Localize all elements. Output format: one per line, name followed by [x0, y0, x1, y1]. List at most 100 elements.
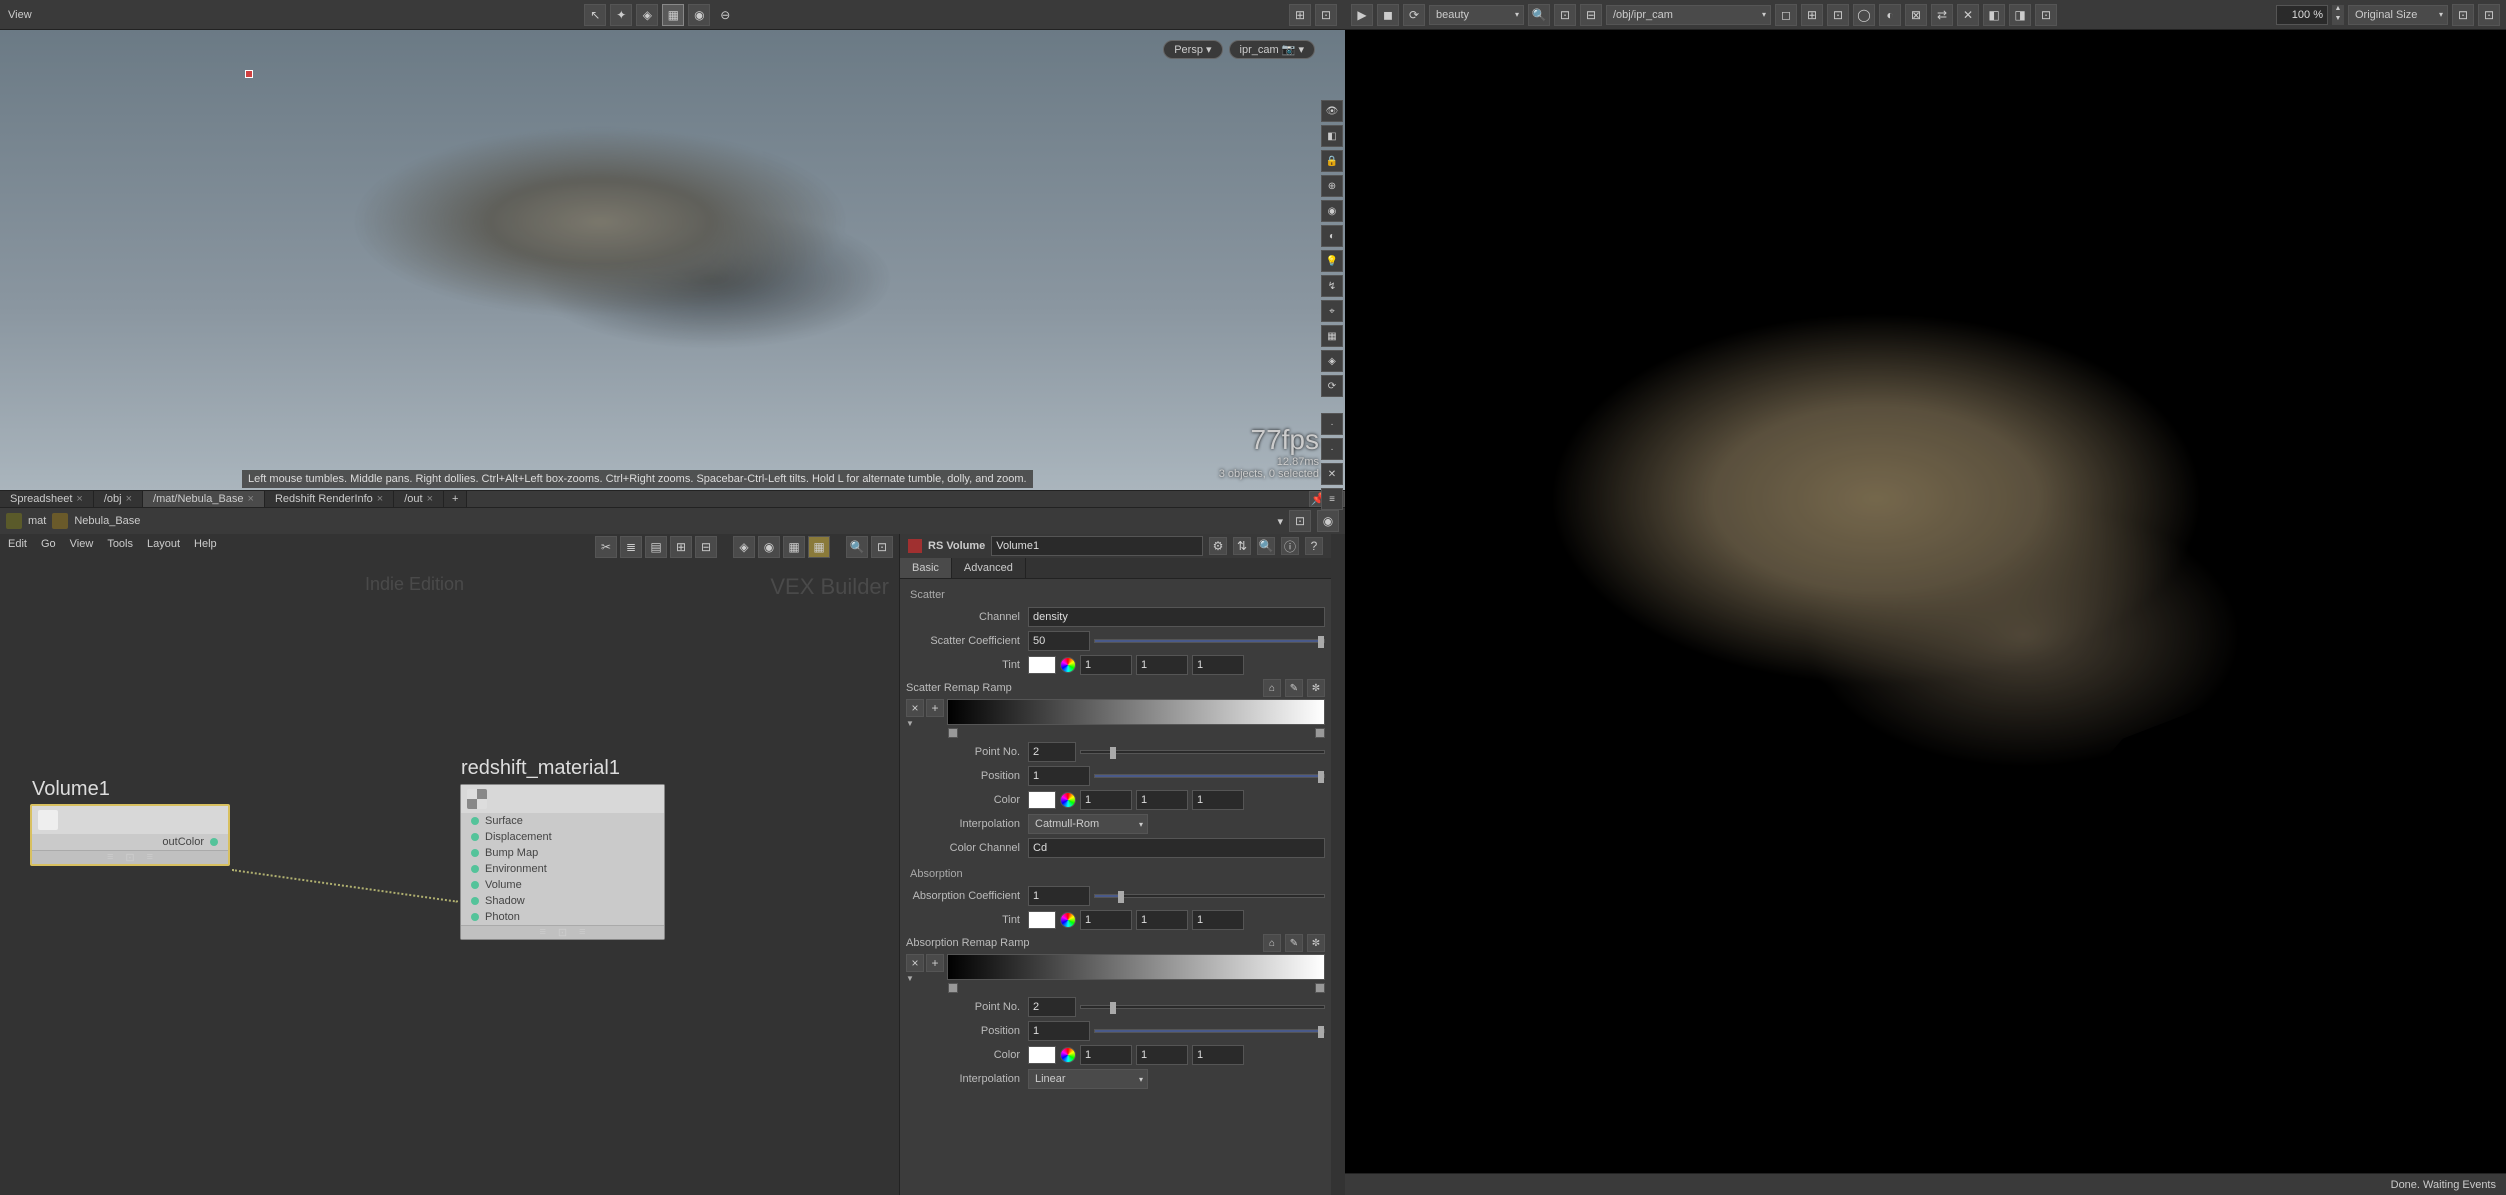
ramp-add-button[interactable]: +	[926, 699, 944, 717]
tab-redshift-info[interactable]: Redshift RenderInfo×	[265, 491, 394, 507]
camera-path-dropdown[interactable]: /obj/ipr_cam	[1606, 5, 1771, 25]
node-name-input[interactable]	[991, 536, 1203, 556]
absorption-coeff-input[interactable]	[1028, 886, 1090, 906]
tool-btn-7[interactable]: ⊞	[1289, 4, 1311, 26]
close-icon[interactable]: ×	[126, 493, 132, 505]
ng-tool-6[interactable]: ◈	[733, 536, 755, 558]
menu-help[interactable]: Help	[194, 538, 217, 550]
tab-mat-nebula[interactable]: /mat/Nebula_Base×	[143, 491, 265, 507]
menu-view[interactable]: View	[70, 538, 94, 550]
position-slider[interactable]	[1094, 1029, 1325, 1033]
interpolation-dropdown[interactable]: Catmull-Rom	[1028, 814, 1148, 834]
ng-tool-9[interactable]: ▦	[808, 536, 830, 558]
ramp-handle[interactable]	[948, 728, 958, 738]
breadcrumb-tool-2[interactable]: ◉	[1317, 510, 1339, 532]
tab-spreadsheet[interactable]: Spreadsheet×	[0, 491, 94, 507]
collapse-icon[interactable]: ▼	[906, 719, 944, 728]
scatter-coeff-input[interactable]	[1028, 631, 1090, 651]
tint-b-input[interactable]	[1192, 910, 1244, 930]
tint-g-input[interactable]	[1136, 910, 1188, 930]
ng-tool-3[interactable]: ▤	[645, 536, 667, 558]
ramp-handle[interactable]	[1315, 728, 1325, 738]
menu-edit[interactable]: Edit	[8, 538, 27, 550]
gear-icon[interactable]: ⚙	[1209, 537, 1227, 555]
channel-input[interactable]	[1028, 607, 1325, 627]
position-slider[interactable]	[1094, 774, 1325, 778]
color-picker-icon[interactable]	[1060, 657, 1076, 673]
size-mode-dropdown[interactable]: Original Size	[2348, 5, 2448, 25]
color-picker-icon[interactable]	[1060, 1047, 1076, 1063]
aov-dropdown[interactable]: beauty	[1429, 5, 1524, 25]
color-g-input[interactable]	[1136, 790, 1188, 810]
menu-tools[interactable]: Tools	[107, 538, 133, 550]
close-icon[interactable]: ×	[377, 493, 383, 505]
tool-btn-1[interactable]: ↖	[584, 4, 606, 26]
point-no-slider[interactable]	[1080, 750, 1325, 754]
ng-tool-2[interactable]: ≣	[620, 536, 642, 558]
input-port[interactable]	[471, 881, 479, 889]
tint-b-input[interactable]	[1192, 655, 1244, 675]
render-btn-g[interactable]: ◨	[2009, 4, 2031, 26]
breadcrumb-current[interactable]: Nebula_Base	[74, 515, 140, 527]
render-view[interactable]	[1345, 30, 2506, 1173]
node-redshift-material1[interactable]: redshift_material1 Surface Displacement …	[460, 784, 665, 940]
render-btn-e[interactable]: ✕	[1957, 4, 1979, 26]
render-btn-h[interactable]: ⊡	[2035, 4, 2057, 26]
menu-go[interactable]: Go	[41, 538, 56, 550]
tint-r-input[interactable]	[1080, 655, 1132, 675]
ng-tool-1[interactable]: ✂	[595, 536, 617, 558]
breadcrumb-dropdown-icon[interactable]: ▾	[1277, 515, 1283, 528]
color-b-input[interactable]	[1192, 1045, 1244, 1065]
breadcrumb-root[interactable]: mat	[28, 515, 46, 527]
zoom-up-icon[interactable]: ▲	[2332, 5, 2344, 15]
color-g-input[interactable]	[1136, 1045, 1188, 1065]
render-btn-j[interactable]: ⊡	[2478, 4, 2500, 26]
render-btn-4[interactable]: 🔍	[1528, 4, 1550, 26]
tool-btn-4[interactable]: ▦	[662, 4, 684, 26]
tint-g-input[interactable]	[1136, 655, 1188, 675]
tab-advanced[interactable]: Advanced	[952, 558, 1026, 578]
input-port[interactable]	[471, 817, 479, 825]
color-channel-input[interactable]	[1028, 838, 1325, 858]
ramp-handle[interactable]	[948, 983, 958, 993]
render-btn-1[interactable]: ▶	[1351, 4, 1373, 26]
view-menu[interactable]: View	[8, 9, 32, 21]
output-port[interactable]	[210, 838, 218, 846]
ng-tool-a[interactable]: 🔍	[846, 536, 868, 558]
interpolation-dropdown[interactable]: Linear	[1028, 1069, 1148, 1089]
color-swatch[interactable]	[1028, 791, 1056, 809]
point-no-input[interactable]	[1028, 997, 1076, 1017]
close-icon[interactable]: ×	[427, 493, 433, 505]
point-no-slider[interactable]	[1080, 1005, 1325, 1009]
tool-btn-5[interactable]: ◉	[688, 4, 710, 26]
network-icon[interactable]	[6, 513, 22, 529]
ramp-preset-icon[interactable]: ⌂	[1263, 679, 1281, 697]
side-tool-2[interactable]: ◧	[1321, 125, 1343, 147]
ramp-edit-icon[interactable]: ✎	[1285, 679, 1303, 697]
render-btn-a[interactable]: ◯	[1853, 4, 1875, 26]
tab-obj[interactable]: /obj×	[94, 491, 143, 507]
ng-tool-4[interactable]: ⊞	[670, 536, 692, 558]
tint-r-input[interactable]	[1080, 910, 1132, 930]
color-r-input[interactable]	[1080, 790, 1132, 810]
tint-swatch[interactable]	[1028, 911, 1056, 929]
side-tool-4[interactable]: ⊕	[1321, 175, 1343, 197]
color-picker-icon[interactable]	[1060, 792, 1076, 808]
node-volume1[interactable]: Volume1 outColor ≡⊡≡	[30, 804, 230, 866]
tab-basic[interactable]: Basic	[900, 558, 952, 578]
side-tool-e[interactable]: ·	[1321, 438, 1343, 460]
ramp-gear-icon[interactable]: ✼	[1307, 934, 1325, 952]
scatter-coeff-slider[interactable]	[1094, 639, 1325, 643]
ramp-remove-button[interactable]: ×	[906, 699, 924, 717]
render-btn-8[interactable]: ⊞	[1801, 4, 1823, 26]
ng-tool-8[interactable]: ▦	[783, 536, 805, 558]
render-btn-i[interactable]: ⊡	[2452, 4, 2474, 26]
breadcrumb-tool-1[interactable]: ⊡	[1289, 510, 1311, 532]
node-graph[interactable]: Edit Go View Tools Layout Help ✂ ≣ ▤ ⊞ ⊟…	[0, 534, 899, 1195]
render-btn-9[interactable]: ⊡	[1827, 4, 1849, 26]
ramp-handle[interactable]	[1315, 983, 1325, 993]
render-btn-3[interactable]: ⟳	[1403, 4, 1425, 26]
render-btn-b[interactable]: ◐	[1879, 4, 1901, 26]
info-icon[interactable]: ⓘ	[1281, 537, 1299, 555]
material-icon[interactable]	[52, 513, 68, 529]
